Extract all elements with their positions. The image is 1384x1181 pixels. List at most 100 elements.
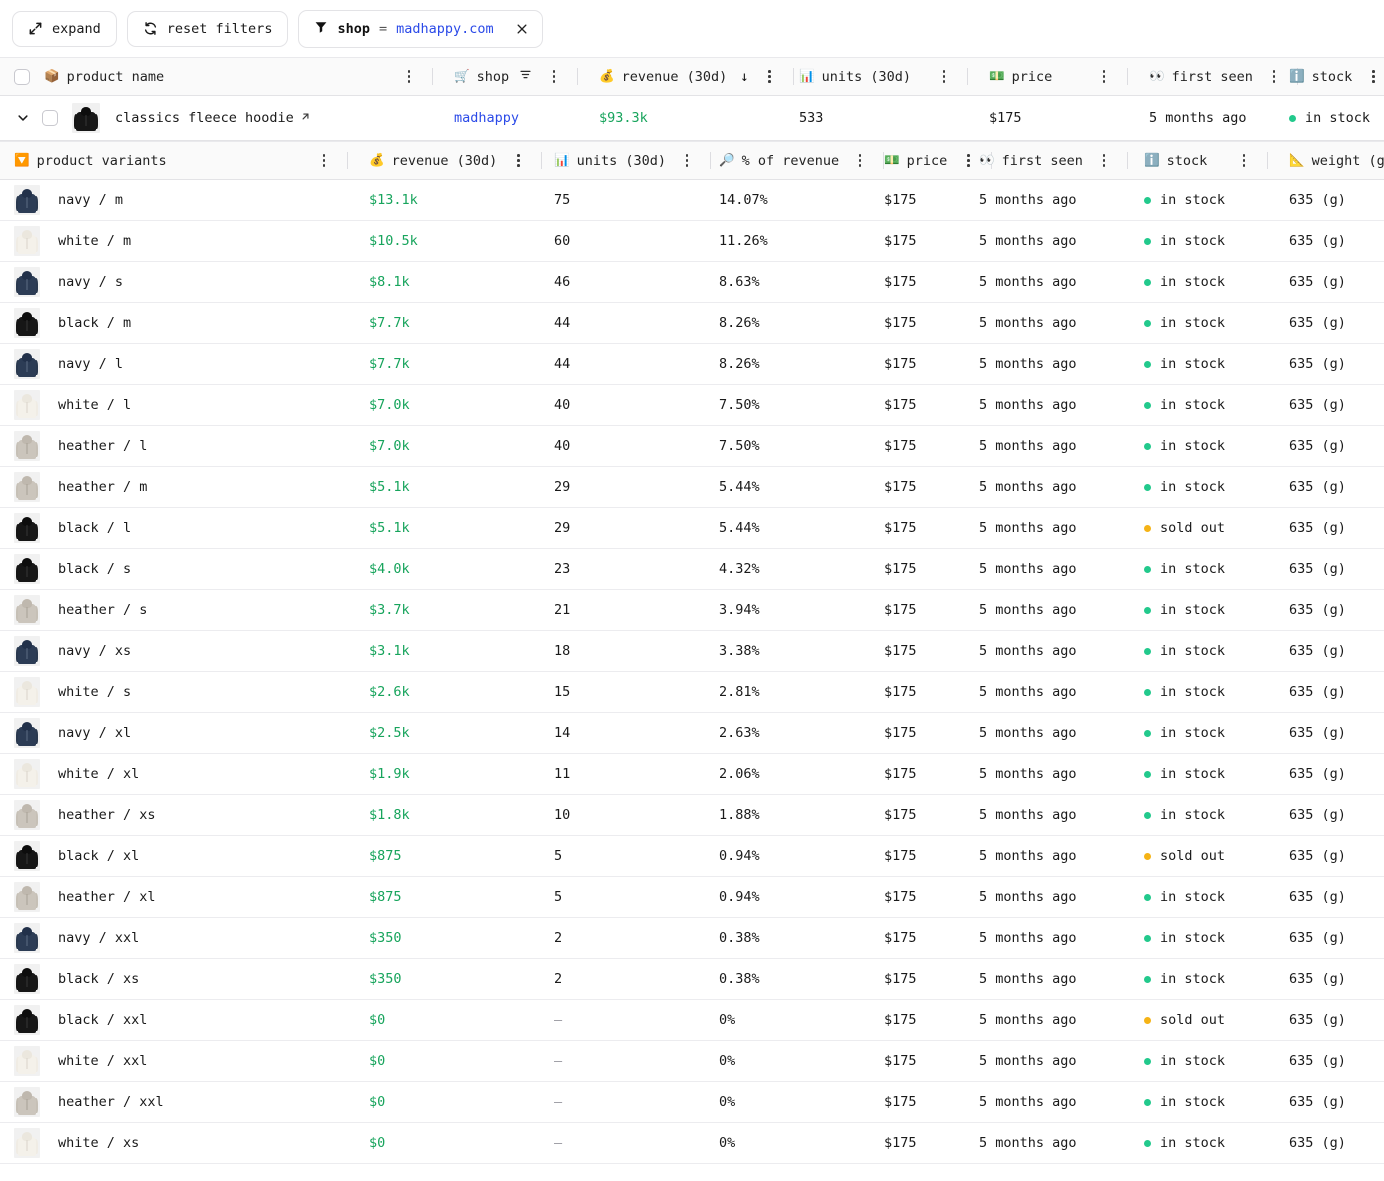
variant-name-cell: black / s bbox=[0, 549, 355, 589]
table-row[interactable]: white / xs $0 – 0% $175 5 months ago in … bbox=[0, 1123, 1384, 1164]
variant-price-cell: $175 bbox=[870, 672, 965, 712]
column-header-price[interactable]: 💵 price bbox=[975, 58, 1135, 95]
column-menu-variant-units-30d[interactable] bbox=[680, 154, 694, 167]
column-menu-revenue-30d[interactable] bbox=[763, 70, 777, 83]
variant-stock-cell: in stock bbox=[1130, 1082, 1275, 1122]
variant-first-seen-value: 5 months ago bbox=[979, 479, 1077, 495]
column-header-product-name[interactable]: 📦 product name bbox=[0, 58, 440, 95]
shop-filter-key: shop bbox=[337, 20, 370, 37]
table-row[interactable]: black / l $5.1k 29 5.44% $175 5 months a… bbox=[0, 508, 1384, 549]
table-row[interactable]: white / xxl $0 – 0% $175 5 months ago in… bbox=[0, 1041, 1384, 1082]
variant-price-value: $175 bbox=[884, 438, 917, 454]
column-header-first-seen[interactable]: 👀 first seen bbox=[1135, 58, 1298, 95]
table-row[interactable]: navy / s $8.1k 46 8.63% $175 5 months ag… bbox=[0, 262, 1384, 303]
clear-filter-icon[interactable] bbox=[515, 22, 529, 36]
column-header-revenue-30d[interactable]: 💰 revenue (30d) ↓ bbox=[585, 58, 794, 95]
column-menu-stock[interactable] bbox=[1366, 70, 1380, 83]
variant-stock-cell: in stock bbox=[1130, 959, 1275, 999]
variant-pct-value: 3.94% bbox=[719, 602, 760, 618]
variant-price-cell: $175 bbox=[870, 877, 965, 917]
column-menu-pct-of-revenue[interactable] bbox=[853, 154, 867, 167]
variant-weight-cell: 635 (g) bbox=[1275, 713, 1384, 753]
table-row[interactable]: heather / s $3.7k 21 3.94% $175 5 months… bbox=[0, 590, 1384, 631]
product-row[interactable]: classics fleece hoodie madhappy $93.3k 5… bbox=[0, 96, 1384, 141]
variant-label: white / l bbox=[58, 397, 132, 413]
variant-pct-cell: 8.26% bbox=[705, 303, 870, 343]
column-header-variant-units-30d[interactable]: 📊 units (30d) bbox=[540, 142, 711, 179]
table-row[interactable]: heather / xs $1.8k 10 1.88% $175 5 month… bbox=[0, 795, 1384, 836]
column-header-variant-price[interactable]: 💵 price bbox=[870, 142, 993, 179]
stock-status-dot bbox=[1144, 483, 1151, 491]
row-select-checkbox[interactable] bbox=[42, 110, 58, 126]
column-menu-variant-revenue-30d[interactable] bbox=[511, 154, 525, 167]
table-row[interactable]: navy / xxl $350 2 0.38% $175 5 months ag… bbox=[0, 918, 1384, 959]
shop-link[interactable]: madhappy bbox=[454, 110, 519, 126]
table-row[interactable]: heather / xl $875 5 0.94% $175 5 months … bbox=[0, 877, 1384, 918]
column-header-variant-first-seen[interactable]: 👀 first seen bbox=[965, 142, 1130, 179]
table-row[interactable]: heather / m $5.1k 29 5.44% $175 5 months… bbox=[0, 467, 1384, 508]
collapse-chevron-icon[interactable] bbox=[12, 107, 34, 129]
variant-weight-cell: 635 (g) bbox=[1275, 672, 1384, 712]
column-header-pct-of-revenue[interactable]: 🔎 % of revenue bbox=[705, 142, 885, 179]
column-header-product-variants[interactable]: 🔽 product variants bbox=[0, 142, 355, 179]
variant-weight-cell: 635 (g) bbox=[1275, 877, 1384, 917]
table-row[interactable]: white / m $10.5k 60 11.26% $175 5 months… bbox=[0, 221, 1384, 262]
variant-thumbnail bbox=[14, 1087, 40, 1117]
table-row[interactable]: black / m $7.7k 44 8.26% $175 5 months a… bbox=[0, 303, 1384, 344]
table-row[interactable]: heather / xxl $0 – 0% $175 5 months ago … bbox=[0, 1082, 1384, 1123]
column-menu-variant-stock[interactable] bbox=[1237, 154, 1251, 167]
variant-weight-value: 635 (g) bbox=[1289, 561, 1346, 577]
variant-thumbnail bbox=[14, 390, 40, 420]
table-row[interactable]: white / xl $1.9k 11 2.06% $175 5 months … bbox=[0, 754, 1384, 795]
external-link-icon[interactable] bbox=[300, 111, 311, 125]
table-row[interactable]: navy / m $13.1k 75 14.07% $175 5 months … bbox=[0, 180, 1384, 221]
table-row[interactable]: heather / l $7.0k 40 7.50% $175 5 months… bbox=[0, 426, 1384, 467]
down-arrow-tray-icon: 🔽 bbox=[14, 152, 30, 168]
table-row[interactable]: navy / xl $2.5k 14 2.63% $175 5 months a… bbox=[0, 713, 1384, 754]
expand-button[interactable]: expand bbox=[12, 10, 117, 47]
stock-status-dot bbox=[1144, 196, 1151, 204]
table-row[interactable]: navy / l $7.7k 44 8.26% $175 5 months ag… bbox=[0, 344, 1384, 385]
sort-descending-icon[interactable]: ↓ bbox=[740, 70, 748, 84]
reset-filters-button[interactable]: reset filters bbox=[126, 10, 289, 47]
table-row[interactable]: white / l $7.0k 40 7.50% $175 5 months a… bbox=[0, 385, 1384, 426]
shop-filter-value[interactable]: madhappy.com bbox=[396, 21, 494, 37]
column-menu-product-name[interactable] bbox=[402, 70, 416, 83]
table-row[interactable]: white / s $2.6k 15 2.81% $175 5 months a… bbox=[0, 672, 1384, 713]
shop-filter-chip[interactable]: shop = madhappy.com bbox=[298, 9, 543, 48]
variant-price-value: $175 bbox=[884, 561, 917, 577]
table-row[interactable]: black / xl $875 5 0.94% $175 5 months ag… bbox=[0, 836, 1384, 877]
column-header-units-30d[interactable]: 📊 units (30d) bbox=[785, 58, 975, 95]
column-label-variant-units-30d: units (30d) bbox=[576, 152, 666, 169]
table-row[interactable]: navy / xs $3.1k 18 3.38% $175 5 months a… bbox=[0, 631, 1384, 672]
column-header-weight[interactable]: 📐 weight (g) bbox=[1275, 142, 1384, 179]
variant-first-seen-value: 5 months ago bbox=[979, 807, 1077, 823]
table-row[interactable]: black / xxl $0 – 0% $175 5 months ago so… bbox=[0, 1000, 1384, 1041]
stock-status-dot bbox=[1144, 647, 1151, 655]
column-menu-price[interactable] bbox=[1097, 70, 1111, 83]
column-menu-units-30d[interactable] bbox=[937, 70, 951, 83]
column-header-variant-revenue-30d[interactable]: 💰 revenue (30d) bbox=[355, 142, 543, 179]
variant-first-seen-value: 5 months ago bbox=[979, 1053, 1077, 1069]
table-row[interactable]: black / s $4.0k 23 4.32% $175 5 months a… bbox=[0, 549, 1384, 590]
variant-stock-cell: in stock bbox=[1130, 344, 1275, 384]
column-header-shop[interactable]: 🛒 shop bbox=[440, 58, 585, 95]
variant-pct-value: 2.63% bbox=[719, 725, 760, 741]
column-menu-shop[interactable] bbox=[547, 70, 561, 83]
variant-revenue-value: $1.9k bbox=[369, 766, 410, 782]
column-header-stock[interactable]: ℹ️ stock bbox=[1275, 58, 1384, 95]
variant-weight-cell: 635 (g) bbox=[1275, 303, 1384, 343]
column-label-product-name: product name bbox=[66, 68, 165, 85]
table-row[interactable]: black / xs $350 2 0.38% $175 5 months ag… bbox=[0, 959, 1384, 1000]
select-all-checkbox[interactable] bbox=[14, 68, 30, 85]
variant-revenue-cell: $0 bbox=[355, 1123, 540, 1163]
bar-chart-icon: 📊 bbox=[799, 68, 815, 84]
info-icon: ℹ️ bbox=[1289, 68, 1305, 84]
variant-label: navy / s bbox=[58, 274, 124, 290]
product-name-link[interactable]: classics fleece hoodie bbox=[115, 110, 311, 126]
column-header-variant-stock[interactable]: ℹ️ stock bbox=[1130, 142, 1275, 179]
variant-pct-cell: 2.06% bbox=[705, 754, 870, 794]
filter-active-icon[interactable] bbox=[519, 68, 532, 85]
column-menu-variant-first-seen[interactable] bbox=[1097, 154, 1111, 167]
column-menu-product-variants[interactable] bbox=[317, 154, 331, 167]
